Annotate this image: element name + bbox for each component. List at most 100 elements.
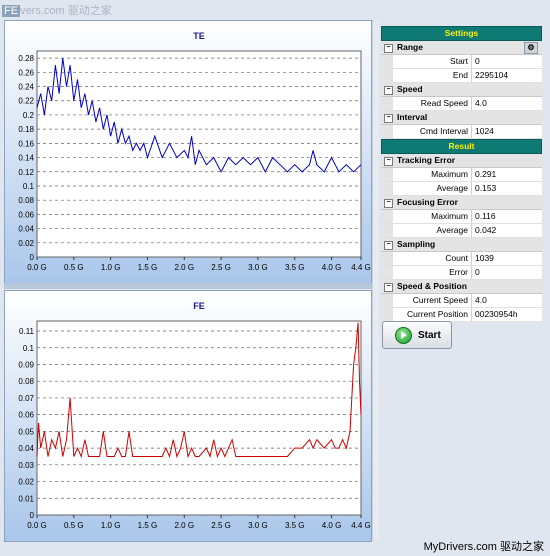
y-tick-label: 0.03 <box>18 461 34 470</box>
start-button[interactable]: Start <box>382 321 452 349</box>
watermark-top: FE vers.com 驱动之家 <box>2 2 112 18</box>
collapse-icon[interactable]: − <box>384 86 393 95</box>
y-tick-label: 0.28 <box>18 54 34 63</box>
x-tick-label: 2.5 G <box>211 521 231 530</box>
row-gutter <box>381 97 393 110</box>
section-title: Focusing Error <box>397 197 458 207</box>
x-tick-label: 4.4 G <box>351 521 371 530</box>
property-label: Error <box>393 266 472 279</box>
y-tick-label: 0.26 <box>18 68 34 77</box>
y-tick-label: 0.1 <box>23 344 35 353</box>
property-row[interactable]: Error 0 <box>381 266 542 280</box>
y-tick-label: 0.11 <box>19 327 35 336</box>
property-row[interactable]: Start 0 <box>381 55 542 69</box>
row-gutter <box>381 224 393 237</box>
section-tracking-error[interactable]: − Tracking Error <box>381 154 542 168</box>
property-row[interactable]: Maximum 0.116 <box>381 210 542 224</box>
property-value[interactable]: 0.291 <box>472 168 542 181</box>
section-title: Range <box>397 42 423 52</box>
y-tick-label: 0.22 <box>18 97 34 106</box>
x-tick-label: 1.5 G <box>138 521 158 530</box>
row-gutter <box>381 294 393 307</box>
section-title: Speed & Position <box>397 281 467 291</box>
chart-title: FE <box>193 301 205 311</box>
y-tick-label: 0.18 <box>18 125 34 134</box>
property-value[interactable]: 4.0 <box>472 294 542 307</box>
y-tick-label: 0.1 <box>23 182 35 191</box>
section-interval[interactable]: − Interval <box>381 111 542 125</box>
y-tick-label: 0.06 <box>18 411 34 420</box>
property-label: Average <box>393 182 472 195</box>
x-tick-label: 3.0 G <box>248 521 268 530</box>
options-icon[interactable]: ⚙ <box>524 42 538 54</box>
plot-area <box>36 320 362 516</box>
property-row[interactable]: Read Speed 4.0 <box>381 97 542 111</box>
property-value[interactable]: 0 <box>472 55 542 68</box>
property-value[interactable]: 0.116 <box>472 210 542 223</box>
property-row[interactable]: Maximum 0.291 <box>381 168 542 182</box>
collapse-icon[interactable]: − <box>384 283 393 292</box>
property-row[interactable]: Cmd Interval 1024 <box>381 125 542 139</box>
section-speed[interactable]: − Speed <box>381 83 542 97</box>
property-value[interactable]: 4.0 <box>472 97 542 110</box>
fe-tab-label: FE <box>2 5 21 17</box>
x-tick-label: 2.5 G <box>211 263 231 272</box>
y-tick-label: 0.16 <box>18 139 34 148</box>
x-tick-label: 0.0 G <box>27 263 47 272</box>
property-label: Current Position <box>393 308 472 321</box>
property-row[interactable]: Average 0.042 <box>381 224 542 238</box>
section-focusing-error[interactable]: − Focusing Error <box>381 196 542 210</box>
property-row[interactable]: Current Speed 4.0 <box>381 294 542 308</box>
y-tick-label: 0.05 <box>18 427 34 436</box>
property-row[interactable]: Current Position 00230954h <box>381 308 542 322</box>
x-tick-label: 2.0 G <box>174 263 194 272</box>
property-value[interactable]: 1024 <box>472 125 542 138</box>
x-tick-label: 2.0 G <box>174 521 194 530</box>
collapse-icon[interactable]: − <box>384 241 393 250</box>
collapse-icon[interactable]: − <box>384 157 393 166</box>
property-label: Current Speed <box>393 294 472 307</box>
watermark-top-text: vers.com 驱动之家 <box>20 5 112 17</box>
row-gutter <box>381 69 393 82</box>
y-tick-label: 0.01 <box>18 494 34 503</box>
property-row[interactable]: End 2295104 <box>381 69 542 83</box>
row-gutter <box>381 252 393 265</box>
settings-body: − Range ⚙ Start 0 End 2295104− Speed Read Speed 4… <box>381 41 542 139</box>
row-gutter <box>381 168 393 181</box>
y-tick-label: 0.08 <box>18 377 34 386</box>
property-value[interactable]: 0 <box>472 266 542 279</box>
collapse-icon[interactable]: − <box>384 44 393 53</box>
section-title: Sampling <box>397 239 436 249</box>
property-value[interactable]: 00230954h <box>472 308 542 321</box>
result-body: − Tracking Error Maximum 0.291 Average 0.153−… <box>381 154 542 322</box>
property-value[interactable]: 1039 <box>472 252 542 265</box>
chart-title: TE <box>193 31 205 41</box>
property-label: End <box>393 69 472 82</box>
section-speed-position[interactable]: − Speed & Position <box>381 280 542 294</box>
horizontal-splitter[interactable] <box>4 283 372 289</box>
y-tick-label: 0.04 <box>18 225 34 234</box>
property-label: Average <box>393 224 472 237</box>
x-tick-label: 1.0 G <box>101 263 121 272</box>
property-label: Count <box>393 252 472 265</box>
collapse-icon[interactable]: − <box>384 114 393 123</box>
y-tick-label: 0.07 <box>18 394 34 403</box>
property-row[interactable]: Average 0.153 <box>381 182 542 196</box>
x-tick-label: 4.0 G <box>322 263 342 272</box>
property-value[interactable]: 2295104 <box>472 69 542 82</box>
row-gutter <box>381 266 393 279</box>
collapse-icon[interactable]: − <box>384 199 393 208</box>
property-value[interactable]: 0.153 <box>472 182 542 195</box>
y-tick-label: 0.2 <box>23 111 35 120</box>
property-value[interactable]: 0.042 <box>472 224 542 237</box>
y-tick-label: 0.06 <box>18 210 34 219</box>
section-sampling[interactable]: − Sampling <box>381 238 542 252</box>
y-tick-label: 0.09 <box>18 360 34 369</box>
te-chart-panel: TE 0 0.02 0.04 0.06 0.08 0.1 0.12 0.14 0.16 0.18 0.… <box>4 20 372 284</box>
property-row[interactable]: Count 1039 <box>381 252 542 266</box>
y-tick-label: 0.02 <box>18 478 34 487</box>
section-range[interactable]: − Range ⚙ <box>381 41 542 55</box>
settings-header: Settings <box>381 26 542 41</box>
property-label: Cmd Interval <box>393 125 472 138</box>
vertical-splitter[interactable] <box>372 20 379 540</box>
